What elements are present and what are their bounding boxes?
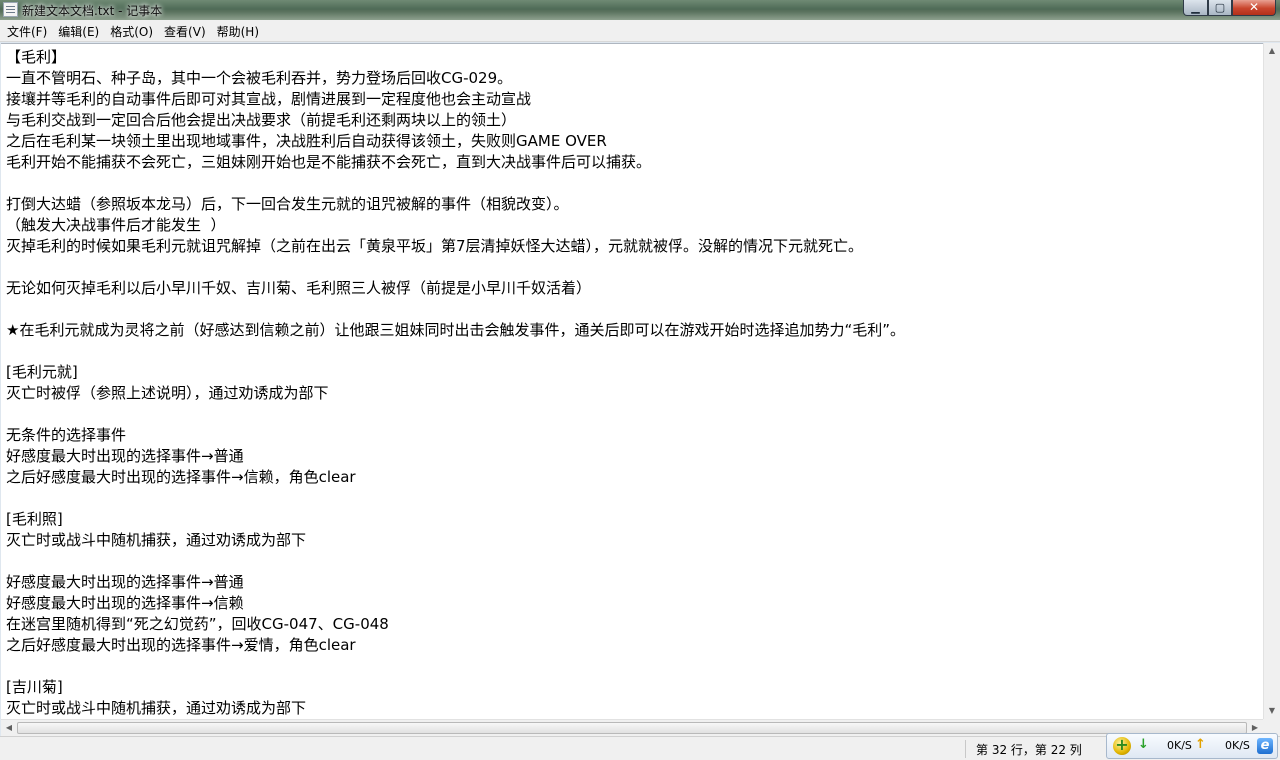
accelerator-ball-icon[interactable] xyxy=(1113,735,1131,755)
text-line xyxy=(6,257,905,278)
text-line xyxy=(6,341,905,362)
vertical-scrollbar[interactable]: ▲ ▼ xyxy=(1263,43,1280,719)
text-line: 好感度最大时出现的选择事件→普通 xyxy=(6,447,244,465)
text-line xyxy=(6,404,905,425)
network-speed-widget[interactable]: ↓ 0K/S ↑ 0K/S e xyxy=(1106,733,1278,759)
window-title: 新建文本文档.txt - 记事本 xyxy=(22,4,163,18)
notepad-app-icon[interactable] xyxy=(3,2,18,17)
text-line: [吉川菊] xyxy=(6,678,63,696)
maximize-button[interactable]: ▢ xyxy=(1208,0,1232,16)
down-arrow-icon: ↓ xyxy=(1138,737,1149,752)
menu-view[interactable]: 查看(V) xyxy=(159,20,212,41)
text-line: 之后在毛利某一块领土里出现地域事件，决战胜利后自动获得该领土，失败则GAME O… xyxy=(6,132,607,150)
download-speed: 0K/S xyxy=(1167,739,1192,752)
text-line: 毛利开始不能捕获不会死亡，三姐妹刚开始也是不能捕获不会死亡，直到大决战事件后可以… xyxy=(6,153,652,171)
text-line xyxy=(6,551,905,572)
text-line: 灭亡时或战斗中随机捕获，通过劝诱成为部下 xyxy=(6,531,307,549)
text-line: 之后好感度最大时出现的选择事件→信赖，角色clear xyxy=(6,468,356,486)
text-line xyxy=(6,173,905,194)
minimize-button[interactable]: ▁ xyxy=(1183,0,1208,16)
minimize-icon: ▁ xyxy=(1191,1,1200,14)
text-line xyxy=(6,656,905,677)
text-line: [毛利照] xyxy=(6,510,63,528)
scroll-left-arrow-icon[interactable]: ◀ xyxy=(1,720,17,736)
close-button[interactable]: ✕ xyxy=(1232,0,1276,16)
horizontal-scroll-thumb[interactable] xyxy=(17,722,1247,734)
scroll-up-arrow-icon[interactable]: ▲ xyxy=(1264,43,1280,59)
text-line: （触发大决战事件后才能发生 ） xyxy=(6,216,226,234)
status-bar: 第 32 行，第 22 列 xyxy=(0,736,1280,760)
text-line: 接壤并等毛利的自动事件后即可对其宣战，剧情进展到一定程度他也会主动宣战 xyxy=(6,90,532,108)
menu-format[interactable]: 格式(O) xyxy=(105,20,159,41)
text-line: 好感度最大时出现的选择事件→普通 xyxy=(6,573,244,591)
text-line: 一直不管明石、种子岛，其中一个会被毛利吞并，势力登场后回收CG-029。 xyxy=(6,69,513,87)
close-icon: ✕ xyxy=(1248,0,1260,14)
caption-buttons: ▁ ▢ ✕ xyxy=(1183,0,1276,18)
menu-edit[interactable]: 编辑(E) xyxy=(53,20,105,41)
status-separator xyxy=(965,740,966,758)
text-line xyxy=(6,488,905,509)
menu-help[interactable]: 帮助(H) xyxy=(212,20,265,41)
title-bar[interactable]: 新建文本文档.txt - 记事本 ▁ ▢ ✕ xyxy=(0,0,1280,20)
text-line xyxy=(6,299,905,320)
text-line: 好感度最大时出现的选择事件→信赖 xyxy=(6,594,244,612)
menu-file[interactable]: 文件(F) xyxy=(2,20,53,41)
text-line: [毛利元就] xyxy=(6,363,78,381)
up-arrow-icon: ↑ xyxy=(1195,737,1206,752)
browser-icon[interactable]: e xyxy=(1257,738,1273,754)
text-line: 无论如何灭掉毛利以后小早川千奴、吉川菊、毛利照三人被俘（前提是小早川千奴活着） xyxy=(6,279,592,297)
document-lines: 【毛利】一直不管明石、种子岛，其中一个会被毛利吞并，势力登场后回收CG-029。… xyxy=(6,47,905,719)
cursor-position: 第 32 行，第 22 列 xyxy=(976,743,1082,757)
text-line: 灭亡时被俘（参照上述说明），通过劝诱成为部下 xyxy=(6,384,329,402)
upload-speed: 0K/S xyxy=(1225,739,1250,752)
horizontal-scrollbar[interactable]: ◀ ▶ xyxy=(1,719,1263,736)
text-line: 与毛利交战到一定回合后他会提出决战要求（前提毛利还剩两块以上的领土） xyxy=(6,111,517,129)
menu-bar: 文件(F) 编辑(E) 格式(O) 查看(V) 帮助(H) xyxy=(0,20,1280,42)
text-line: 之后好感度最大时出现的选择事件→爱情，角色clear xyxy=(6,636,356,654)
text-line: 无条件的选择事件 xyxy=(6,426,127,444)
text-line: 灭亡时或战斗中随机捕获，通过劝诱成为部下 xyxy=(6,699,307,717)
text-line: ★在毛利元就成为灵将之前（好感达到信赖之前）让他跟三姐妹同时出击会触发事件，通关… xyxy=(6,321,905,339)
text-line: 灭掉毛利的时候如果毛利元就诅咒解掉（之前在出云「黄泉平坂」第7层清掉妖怪大达蜡）… xyxy=(6,237,864,255)
maximize-icon: ▢ xyxy=(1214,1,1226,14)
text-editor[interactable]: 【毛利】一直不管明石、种子岛，其中一个会被毛利吞并，势力登场后回收CG-029。… xyxy=(1,43,1263,720)
text-line: 【毛利】 xyxy=(6,48,67,66)
text-line: 打倒大达蜡（参照坂本龙马）后，下一回合发生元就的诅咒被解的事件（相貌改变）。 xyxy=(6,195,569,213)
text-line: 在迷宫里随机得到“死之幻觉药”，回收CG-047、CG-048 xyxy=(6,615,389,633)
scroll-down-arrow-icon[interactable]: ▼ xyxy=(1264,703,1280,719)
